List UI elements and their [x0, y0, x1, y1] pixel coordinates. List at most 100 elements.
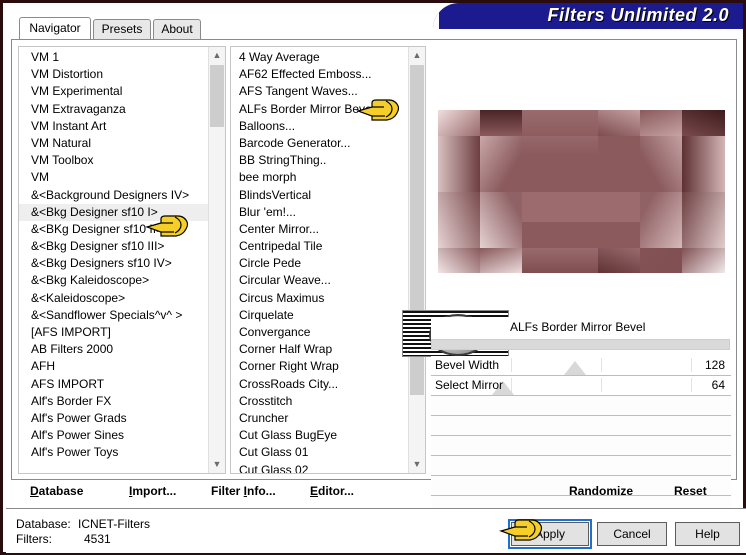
slider-value: 128 [704, 358, 725, 372]
filter-name-item[interactable]: Cut Glass 01 [231, 444, 408, 461]
filter-category-item[interactable]: VM Natural [19, 135, 208, 152]
database-value: ICNET-Filters [78, 517, 150, 531]
filter-name-item[interactable]: BlindsVertical [231, 187, 408, 204]
filter-name-item[interactable]: Circular Weave... [231, 272, 408, 289]
filter-name-scrollbar[interactable]: ▲ ▼ [408, 47, 425, 473]
filter-category-item[interactable]: &<Bkg Designer sf10 III> [19, 238, 208, 255]
filter-name-item[interactable]: Cruncher [231, 410, 408, 427]
filter-name-item[interactable]: BB StringThing.. [231, 152, 408, 169]
filter-name-item[interactable]: Centripedal Tile [231, 238, 408, 255]
filter-name-item-label: ALFs Border Mirror Bevel [239, 101, 375, 116]
navigator-tab-page: VM 1 VM Distortion VM Experimental VM Extra… [11, 39, 746, 518]
filter-name-items: 4 Way Average AF62 Effected Emboss... AFS … [231, 49, 408, 474]
command-link-bar: Database Import... Filter Info... Editor… [12, 481, 740, 507]
filter-category-item[interactable]: VM Distortion [19, 66, 208, 83]
scroll-thumb[interactable] [210, 65, 224, 127]
tab-presets[interactable]: Presets [93, 19, 151, 39]
filter-info-link[interactable]: Filter Info... [211, 484, 276, 498]
filter-name-item[interactable]: Balloons... [231, 118, 408, 135]
preview-panel: claudia ALFs Border Mirror Bevel Bevel W… [402, 46, 732, 516]
filter-category-listbox[interactable]: VM 1 VM Distortion VM Experimental VM Extra… [18, 46, 226, 474]
tab-strip: Navigator Presets About [11, 17, 737, 39]
filter-category-item[interactable]: Alf's Border FX [19, 393, 208, 410]
filter-name-item[interactable]: Circus Maximus [231, 290, 408, 307]
slider-tick [601, 378, 602, 392]
filter-name-item[interactable]: Cirquelate [231, 307, 408, 324]
filter-category-item[interactable]: Alf's Power Toys [19, 444, 208, 461]
parameter-sliders: Bevel Width 128 Select Mirror 64 [431, 356, 731, 516]
filters-value: 4531 [84, 532, 111, 546]
scroll-up-icon[interactable]: ▲ [209, 47, 225, 64]
filter-category-items: VM 1 VM Distortion VM Experimental VM Extra… [19, 49, 208, 462]
filter-name-item[interactable]: Cut Glass 02 [231, 462, 408, 474]
reset-link[interactable]: Reset [674, 484, 707, 498]
filter-name-item[interactable]: Blur 'em!... [231, 204, 408, 221]
filter-category-item[interactable]: AB Filters 2000 [19, 341, 208, 358]
filter-category-item[interactable]: &<Sandflower Specials^v^ > [19, 307, 208, 324]
filter-category-item[interactable]: AFS IMPORT [19, 376, 208, 393]
filter-category-item[interactable]: VM Instant Art [19, 118, 208, 135]
filter-category-item[interactable]: AFH [19, 358, 208, 375]
filter-name-item[interactable]: Convergance [231, 324, 408, 341]
filter-name-item[interactable]: Circle Pede [231, 255, 408, 272]
tab-about[interactable]: About [153, 19, 201, 39]
filter-name-item[interactable]: Center Mirror... [231, 221, 408, 238]
filter-name-item[interactable]: bee morph [231, 169, 408, 186]
filters-unlimited-window: Filters Unlimited 2.0 Navigator Presets … [0, 0, 746, 555]
filter-name-listbox[interactable]: 4 Way Average AF62 Effected Emboss... AFS … [230, 46, 426, 474]
filter-name-item[interactable]: Corner Half Wrap [231, 341, 408, 358]
filter-category-item[interactable]: &<Bkg Designer sf10 I> [19, 203, 208, 221]
slider-row-empty [431, 436, 731, 456]
filter-category-item[interactable]: &<Background Designers IV> [19, 187, 208, 204]
randomize-link[interactable]: Randomize [569, 484, 633, 498]
slider-tick [691, 358, 692, 372]
filter-name-item[interactable]: Barcode Generator... [231, 135, 408, 152]
filter-category-item[interactable]: &<Kaleidoscope> [19, 290, 208, 307]
apply-button[interactable]: Apply [508, 519, 592, 549]
slider-row-empty [431, 396, 731, 416]
scroll-down-icon[interactable]: ▼ [209, 456, 225, 473]
selected-filter-row: ALFs Border Mirror Bevel [431, 317, 731, 339]
filter-category-item[interactable]: &<BKg Designer sf10 II> [19, 221, 208, 238]
slider-thumb[interactable] [564, 361, 586, 375]
slider-row-empty [431, 416, 731, 436]
slider-row[interactable]: Select Mirror 64 [431, 376, 731, 396]
slider-value: 64 [711, 378, 725, 392]
cancel-button[interactable]: Cancel [597, 522, 667, 546]
slider-tick [691, 378, 692, 392]
progress-strip [431, 339, 730, 350]
database-label: Database: [16, 517, 71, 531]
filter-preview-image[interactable] [438, 110, 725, 273]
slider-tick [511, 358, 512, 372]
filter-name-item[interactable]: CrossRoads City... [231, 376, 408, 393]
filter-name-item[interactable]: Corner Right Wrap [231, 358, 408, 375]
filter-category-item[interactable]: [AFS IMPORT] [19, 324, 208, 341]
filter-name-item[interactable]: Crosstitch [231, 393, 408, 410]
editor-link[interactable]: Editor... [310, 484, 354, 498]
import-link[interactable]: Import... [129, 484, 176, 498]
filter-category-item[interactable]: VM Extravaganza [19, 101, 208, 118]
scroll-up-icon[interactable]: ▲ [409, 47, 425, 64]
help-button[interactable]: Help [675, 522, 740, 546]
filter-category-item[interactable]: VM Experimental [19, 83, 208, 100]
filter-category-item[interactable]: VM [19, 169, 208, 186]
filter-name-item[interactable]: Cut Glass BugEye [231, 427, 408, 444]
tab-navigator[interactable]: Navigator [19, 17, 91, 39]
filter-category-item[interactable]: VM 1 [19, 49, 208, 66]
filter-name-item[interactable]: AFS Tangent Waves... [231, 83, 408, 100]
slider-row-empty [431, 456, 731, 476]
database-link[interactable]: Database [30, 484, 83, 498]
filter-category-item[interactable]: &<Bkg Designers sf10 IV> [19, 255, 208, 272]
filter-category-item[interactable]: &<Bkg Kaleidoscope> [19, 272, 208, 289]
filter-category-item[interactable]: VM Toolbox [19, 152, 208, 169]
filter-category-item[interactable]: Alf's Power Sines [19, 427, 208, 444]
filter-name-item[interactable]: 4 Way Average [231, 49, 408, 66]
filter-name-item[interactable]: ALFs Border Mirror Bevel [231, 101, 408, 118]
slider-label: Select Mirror [435, 378, 504, 392]
slider-row[interactable]: Bevel Width 128 [431, 356, 731, 376]
scroll-down-icon[interactable]: ▼ [409, 456, 425, 473]
preview-frame [434, 106, 729, 276]
filter-name-item[interactable]: AF62 Effected Emboss... [231, 66, 408, 83]
filter-category-item[interactable]: Alf's Power Grads [19, 410, 208, 427]
filter-category-scrollbar[interactable]: ▲ ▼ [208, 47, 225, 473]
